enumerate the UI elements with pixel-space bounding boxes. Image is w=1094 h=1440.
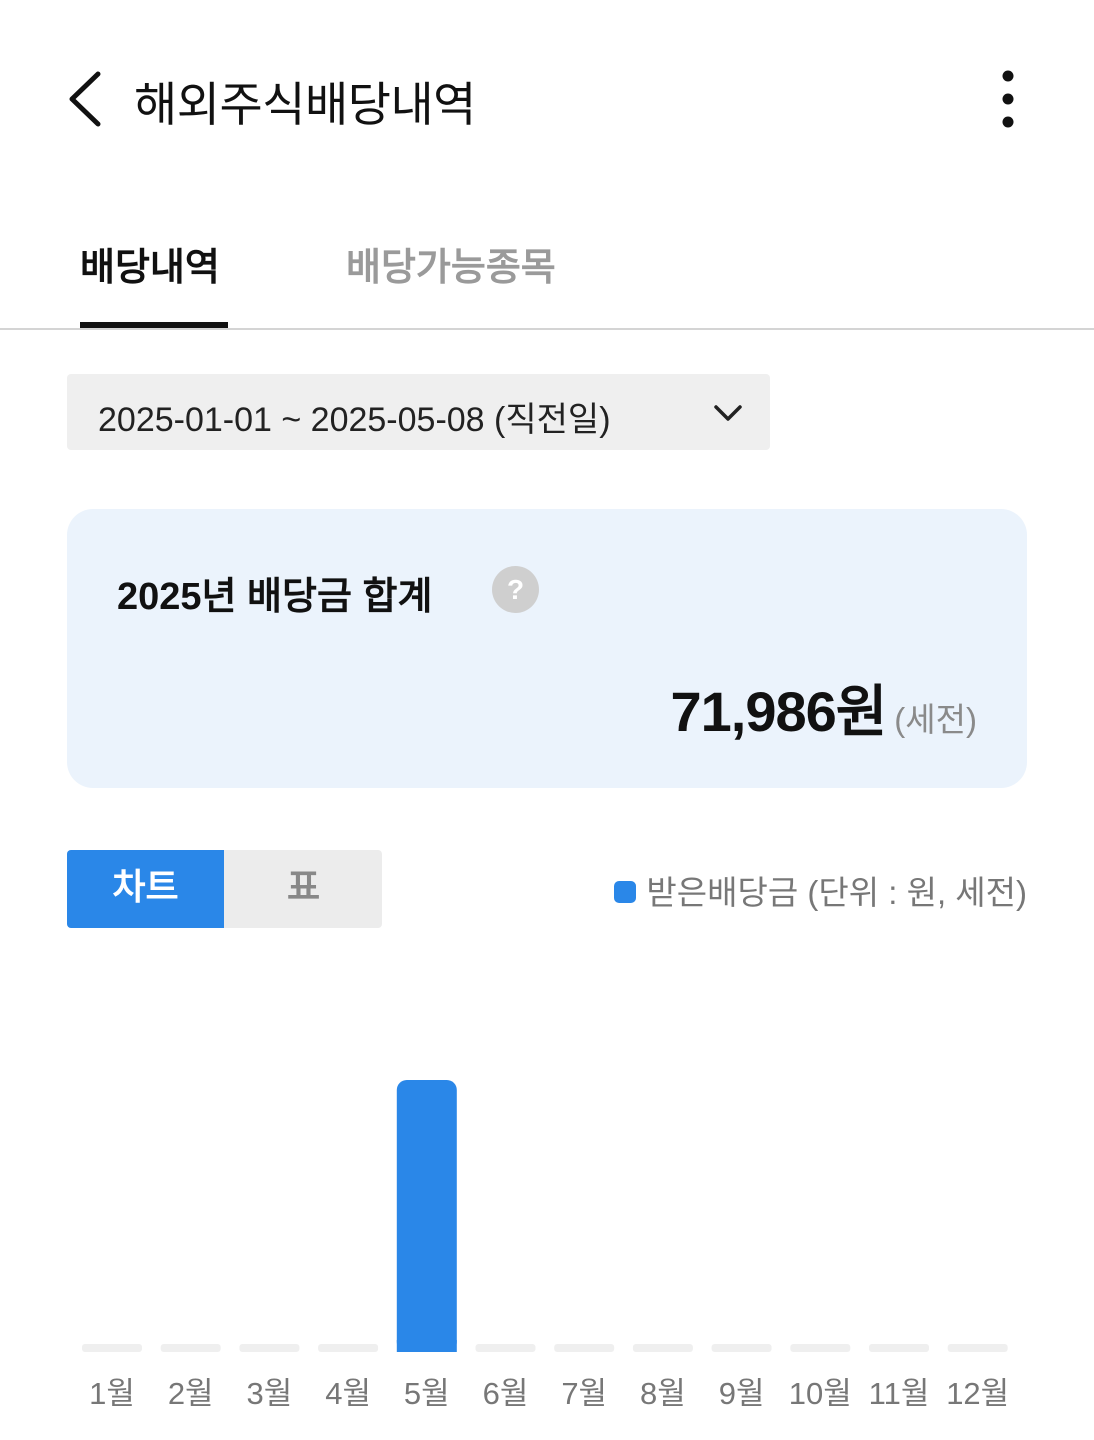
dividend-summary-card: 2025년 배당금 합계 ? 71,986원 (세전) bbox=[67, 509, 1027, 788]
x-tick-label: 4월 bbox=[325, 1376, 371, 1411]
chevron-down-icon bbox=[714, 405, 742, 421]
bar-3[interactable] bbox=[239, 1344, 300, 1352]
bar-8[interactable] bbox=[632, 1344, 693, 1352]
summary-title: 2025년 배당금 합계 bbox=[117, 576, 433, 618]
bar-5-base bbox=[396, 1340, 457, 1352]
date-range-value: 2025-01-01 ~ 2025-05-08 (직전일) bbox=[98, 401, 611, 439]
back-button[interactable] bbox=[58, 64, 116, 134]
tab-dividend-history[interactable]: 배당내역 bbox=[80, 236, 220, 291]
x-tick-label: 9월 bbox=[719, 1376, 765, 1411]
x-tick-label: 2월 bbox=[168, 1376, 214, 1411]
monthly-dividend-chart: 1월 2월 3월 4월 5월 6월 7월 8월 9월 10월 11월 12월 bbox=[82, 1080, 1009, 1411]
bar-1[interactable] bbox=[82, 1344, 142, 1352]
bar-9[interactable] bbox=[711, 1344, 772, 1352]
bar-4[interactable] bbox=[318, 1344, 379, 1352]
total-dividend-amount: 71,986원 bbox=[670, 680, 887, 743]
help-icon[interactable]: ? bbox=[492, 566, 539, 613]
view-toggle: 차트 표 bbox=[67, 850, 382, 928]
tab-dividend-eligible-stocks[interactable]: 배당가능종목 bbox=[346, 236, 556, 291]
table-view-button[interactable]: 표 bbox=[225, 850, 382, 928]
x-tick-label: 7월 bbox=[561, 1376, 607, 1411]
x-tick-label: 6월 bbox=[483, 1376, 529, 1411]
amount-note: (세전) bbox=[894, 701, 977, 738]
x-tick-label: 8월 bbox=[640, 1376, 686, 1411]
more-menu-button[interactable] bbox=[980, 64, 1036, 134]
date-range-select[interactable]: 2025-01-01 ~ 2025-05-08 (직전일) bbox=[67, 374, 770, 450]
x-tick-label: 1월 bbox=[89, 1376, 135, 1411]
x-tick-label: 10월 bbox=[789, 1376, 852, 1411]
top-bar: 해외주식배당내역 bbox=[0, 0, 1094, 195]
chart-view-button[interactable]: 차트 bbox=[67, 850, 224, 928]
x-tick-label: 11월 bbox=[869, 1376, 930, 1411]
active-tab-indicator bbox=[80, 322, 228, 328]
legend-swatch bbox=[614, 881, 637, 903]
bar-2[interactable] bbox=[160, 1344, 221, 1352]
x-tick-label: 12월 bbox=[946, 1376, 1009, 1411]
x-tick-label: 3월 bbox=[247, 1376, 293, 1411]
chevron-left-icon bbox=[69, 71, 101, 127]
more-vertical-icon bbox=[1002, 70, 1014, 128]
bar-10[interactable] bbox=[790, 1344, 851, 1352]
bar-11[interactable] bbox=[869, 1344, 929, 1352]
chart-legend: 받은배당금 (단위 : 원, 세전) bbox=[614, 866, 1027, 914]
x-tick-label: 5월 bbox=[404, 1376, 450, 1411]
tab-bar: 배당내역 배당가능종목 bbox=[0, 226, 1094, 330]
amount-row: 71,986원 (세전) bbox=[670, 667, 977, 748]
bar-12[interactable] bbox=[947, 1344, 1008, 1352]
bar-6[interactable] bbox=[475, 1344, 536, 1352]
legend-label: 받은배당금 (단위 : 원, 세전) bbox=[646, 874, 1027, 911]
page-title: 해외주식배당내역 bbox=[134, 78, 476, 133]
bar-5[interactable] bbox=[396, 1080, 457, 1352]
bar-7[interactable] bbox=[554, 1344, 615, 1352]
